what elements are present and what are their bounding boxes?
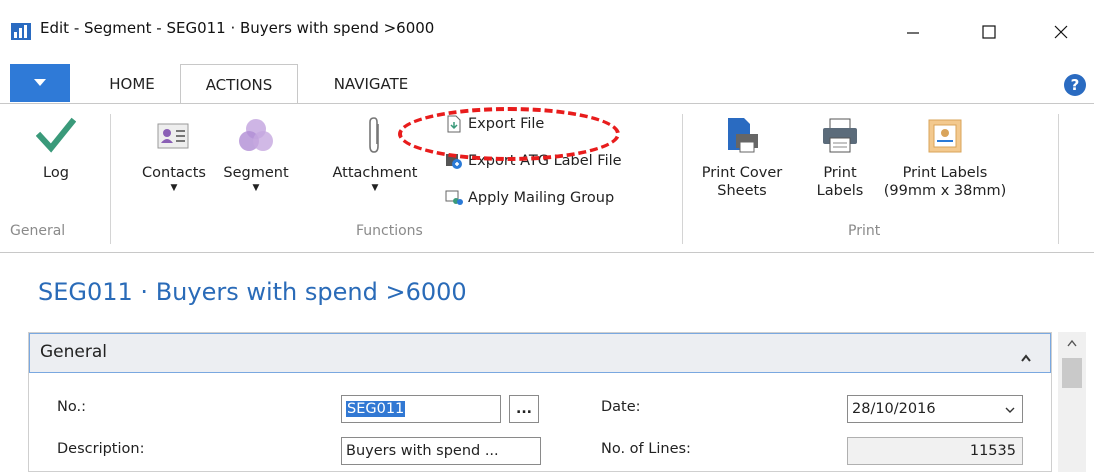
description-value: Buyers with spend ... [346, 443, 499, 459]
page-title: SEG011 · Buyers with spend >6000 [38, 278, 467, 306]
export-file-icon [444, 114, 464, 134]
print-labels-label-2: Labels [816, 183, 864, 199]
title-bar: Edit - Segment - SEG011 · Buyers with sp… [0, 0, 1094, 60]
no-of-lines-label: No. of Lines: [601, 441, 691, 457]
print-cover-sheets-label-2: Sheets [717, 183, 767, 199]
scroll-up-icon[interactable] [1058, 332, 1086, 354]
dropdown-triangle-icon [34, 79, 46, 86]
no-of-lines-value: 11535 [969, 443, 1016, 459]
fasttab-title: General [40, 342, 107, 362]
print-cover-sheets-label-1: Print Cover [701, 165, 783, 181]
no-field[interactable]: SEG011 [341, 395, 501, 423]
date-value: 28/10/2016 [852, 401, 936, 417]
label-sheet-icon [925, 116, 965, 156]
ribbon-panel: Log General Contacts ▼ Segment ▼ Attachm… [0, 103, 1094, 253]
ribbon-separator [682, 114, 683, 244]
export-file-button[interactable]: Export File [444, 114, 544, 134]
file-menu-button[interactable] [10, 64, 70, 102]
chevron-down-icon: ▼ [170, 183, 178, 193]
attachment-label: Attachment [332, 165, 418, 181]
log-button[interactable]: Log [30, 116, 82, 182]
date-field[interactable]: 28/10/2016 [847, 395, 1023, 423]
print-cover-sheets-button[interactable]: Print Cover Sheets [696, 116, 788, 200]
print-labels-label-1: Print [823, 165, 857, 181]
segment-circles-icon [236, 116, 276, 156]
tab-home[interactable]: HOME [92, 64, 172, 104]
attachment-button[interactable]: Attachment ▼ [316, 116, 434, 193]
app-icon [10, 20, 32, 42]
print-labels-99mm-label-2: (99mm x 38mm) [883, 183, 1007, 199]
description-label: Description: [57, 441, 145, 457]
chevron-down-icon: ▼ [371, 183, 379, 193]
print-labels-button[interactable]: Print Labels [810, 116, 870, 200]
export-atg-label-file-button[interactable]: Export ATG Label File [444, 151, 622, 171]
print-labels-99mm-label-1: Print Labels [902, 165, 988, 181]
export-atg-label: Export ATG Label File [468, 153, 622, 169]
date-label: Date: [601, 399, 641, 415]
export-label-icon [444, 151, 464, 171]
contacts-label: Contacts [142, 165, 206, 181]
contacts-button[interactable]: Contacts ▼ [130, 116, 218, 193]
chevron-down-icon[interactable] [1004, 403, 1016, 419]
mailing-group-icon [444, 188, 464, 208]
tab-navigate[interactable]: NAVIGATE [312, 64, 430, 104]
ribbon-separator [110, 114, 111, 244]
general-fasttab: General No.: SEG011 ... Date: 28/10/2016… [28, 332, 1052, 472]
tab-actions[interactable]: ACTIONS [180, 64, 298, 105]
scroll-thumb[interactable] [1062, 358, 1082, 388]
ribbon-separator [1058, 114, 1059, 244]
segment-label: Segment [223, 165, 289, 181]
print-cover-sheet-icon [722, 116, 762, 156]
minimize-button[interactable] [890, 14, 936, 50]
window-title: Edit - Segment - SEG011 · Buyers with sp… [40, 19, 435, 37]
chevron-up-icon[interactable] [1020, 348, 1032, 367]
apply-mailing-group-button[interactable]: Apply Mailing Group [444, 188, 614, 208]
log-label: Log [43, 165, 69, 181]
maximize-button[interactable] [966, 14, 1012, 50]
printer-icon [820, 116, 860, 156]
segment-button[interactable]: Segment ▼ [212, 116, 300, 193]
vertical-scrollbar[interactable] [1058, 332, 1086, 472]
contact-card-icon [154, 116, 194, 156]
print-labels-99mm-button[interactable]: Print Labels (99mm x 38mm) [880, 116, 1010, 200]
group-label-functions: Functions [356, 223, 423, 239]
export-file-label: Export File [468, 116, 545, 132]
no-lookup-button[interactable]: ... [509, 395, 539, 423]
no-label: No.: [57, 399, 86, 415]
group-label-general: General [10, 223, 66, 239]
checkmark-icon [36, 116, 76, 156]
chevron-down-icon: ▼ [252, 183, 260, 193]
description-field[interactable]: Buyers with spend ... [341, 437, 541, 465]
close-button[interactable] [1038, 14, 1084, 50]
apply-mailing-group-label: Apply Mailing Group [468, 190, 615, 206]
no-value: SEG011 [346, 401, 406, 417]
help-icon[interactable]: ? [1064, 74, 1086, 96]
fasttab-header[interactable]: General [29, 333, 1051, 373]
group-label-print: Print [848, 223, 881, 239]
paperclip-icon [355, 116, 395, 156]
no-of-lines-field: 11535 [847, 437, 1023, 465]
